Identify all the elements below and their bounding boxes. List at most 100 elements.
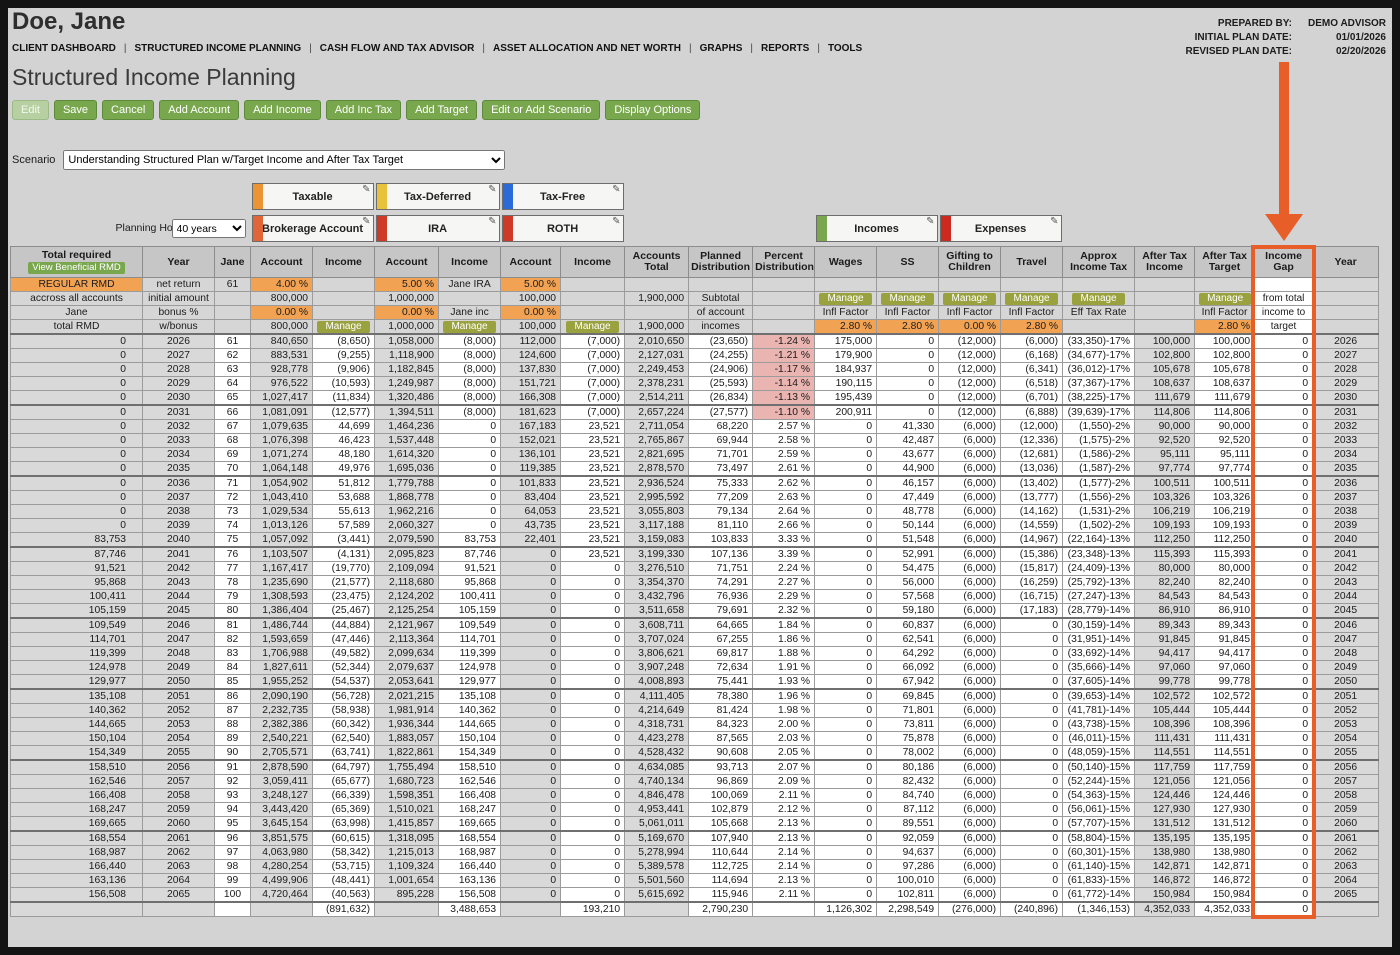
cell-accounts_total: 5,061,011 xyxy=(624,816,690,832)
edit-or-add-scenario-button[interactable]: Edit or Add Scenario xyxy=(482,100,601,120)
cell-after_tax_income: 111,431 xyxy=(1134,731,1196,746)
manage-button[interactable]: Manage xyxy=(1005,293,1058,305)
cell-approx_income_tax: (22,164)-13% xyxy=(1062,532,1136,548)
nav-item-structured-income-planning[interactable]: STRUCTURED INCOME PLANNING xyxy=(135,43,302,54)
cell-accounts_total: 3,432,796 xyxy=(624,589,690,604)
edit-icon[interactable]: ✎ xyxy=(362,184,370,195)
cell-taxable_income: (3,441) xyxy=(312,532,376,548)
cell-year_right: 2033 xyxy=(1312,433,1380,448)
cell-after_tax_target: 102,800 xyxy=(1194,348,1256,363)
table-row-2050: 129,977 2050 85 1,955,252 (54,537) 2,053,641 1… xyxy=(10,674,1380,690)
cell-age: 96 xyxy=(213,830,252,846)
nav-item-client-dashboard[interactable]: CLIENT DASHBOARD xyxy=(12,43,116,54)
nav-item-asset-allocation-and-net-worth[interactable]: ASSET ALLOCATION AND NET WORTH xyxy=(493,43,681,54)
table-row-2065: 156,508 2065 100 4,720,464 (40,563) 895,228 15… xyxy=(10,887,1380,903)
add-income-button[interactable]: Add Income xyxy=(244,100,321,120)
edit-icon[interactable]: ✎ xyxy=(488,216,496,227)
table-row-2030: 0 2030 65 1,027,417 (11,834) 1,320,486 (8,000)… xyxy=(10,390,1380,406)
cell-total_required: 0 xyxy=(10,518,143,533)
cell-tf_account: 0 xyxy=(500,845,562,860)
manage-button[interactable]: Manage xyxy=(443,321,496,333)
taxable-color-tab xyxy=(252,184,263,209)
save-button[interactable]: Save xyxy=(53,100,98,120)
cell-wages: 0 xyxy=(814,461,878,477)
cell-tf_account: 101,833 xyxy=(500,475,562,491)
cell-tf_account: 124,600 xyxy=(500,348,562,363)
edit-icon[interactable]: ✎ xyxy=(926,216,934,227)
cell-percent_distribution: 2.27 % xyxy=(752,575,816,590)
cell-tf_income: 0 xyxy=(560,830,626,846)
subcell-td_income: Manage xyxy=(438,319,502,335)
cell-after_tax_income: 124,446 xyxy=(1134,788,1196,803)
cell-after_tax_target: 105,678 xyxy=(1194,362,1256,377)
display-options-button[interactable]: Display Options xyxy=(605,100,701,120)
subcell-taxable_account: 800,000 xyxy=(250,319,314,335)
cell-age: 85 xyxy=(213,674,252,690)
cell-accounts_total: 5,278,994 xyxy=(624,845,690,860)
cell-total_required: 114,701 xyxy=(10,632,143,647)
manage-button[interactable]: Manage xyxy=(317,321,370,333)
cell-approx_income_tax: (61,772)-14% xyxy=(1062,887,1136,903)
nav-item-graphs[interactable]: GRAPHS xyxy=(700,43,743,54)
cell-percent_distribution: 2.14 % xyxy=(752,859,816,874)
manage-button[interactable]: Manage xyxy=(819,293,872,305)
cell-year: 2052 xyxy=(142,703,215,718)
cell-travel: (12,336) xyxy=(1000,433,1064,448)
cell-td_income: 168,247 xyxy=(438,802,502,817)
edit-icon[interactable]: ✎ xyxy=(612,184,620,195)
cell-gifting: (6,000) xyxy=(938,703,1002,718)
manage-button[interactable]: Manage xyxy=(566,321,619,333)
add-account-button[interactable]: Add Account xyxy=(159,100,240,120)
cell-total_required: 135,108 xyxy=(10,688,143,704)
add-inc-tax-button[interactable]: Add Inc Tax xyxy=(325,100,402,120)
cell-taxable_account: 1,706,988 xyxy=(250,646,314,661)
edit-icon[interactable]: ✎ xyxy=(488,184,496,195)
cell-after_tax_income: 138,980 xyxy=(1134,845,1196,860)
cell-income_gap: 0 xyxy=(1254,887,1314,903)
manage-button[interactable]: Manage xyxy=(881,293,934,305)
col-approx_income_tax: Approx Income Tax xyxy=(1062,246,1136,278)
edit-icon[interactable]: ✎ xyxy=(612,216,620,227)
nav-item-reports[interactable]: REPORTS xyxy=(761,43,809,54)
cancel-button[interactable]: Cancel xyxy=(102,100,155,120)
manage-button[interactable]: Manage xyxy=(1199,293,1252,305)
cell-taxable_account: 1,076,398 xyxy=(250,433,314,448)
subcell-year_right xyxy=(1312,319,1380,335)
cell-tf_income: 0 xyxy=(560,646,626,661)
cell-ss: 71,801 xyxy=(876,703,940,718)
cell-td_account: 2,095,823 xyxy=(374,546,440,562)
cell-td_account: 2,121,967 xyxy=(374,617,440,633)
cell-tf_account: 0 xyxy=(500,561,562,576)
cell-after_tax_target: 121,056 xyxy=(1194,774,1256,789)
planning-horizon-select[interactable]: 40 years xyxy=(171,219,246,238)
cell-td_account: 1,182,845 xyxy=(374,362,440,377)
nav-item-cash-flow-and-tax-advisor[interactable]: CASH FLOW AND TAX ADVISOR xyxy=(320,43,475,54)
cell-wages: 0 xyxy=(814,774,878,789)
cell-td_account: 1,962,216 xyxy=(374,504,440,519)
table-row-2028: 0 2028 63 928,778 (9,906) 1,182,845 (8,000) 137… xyxy=(10,362,1380,377)
cell-tf_income: 0 xyxy=(560,603,626,619)
cell-percent_distribution: 1.96 % xyxy=(752,688,816,704)
cell-year: 2046 xyxy=(142,617,215,633)
cell-taxable_income: 53,688 xyxy=(312,490,376,505)
view-beneficial-rmd-button[interactable]: View Beneficial RMD xyxy=(28,262,125,274)
cell-income_gap: 0 xyxy=(1254,376,1314,391)
cell-travel: 0 xyxy=(1000,845,1064,860)
scenario-select[interactable]: Understanding Structured Plan w/Target I… xyxy=(63,150,506,170)
cell-percent_distribution: 2.07 % xyxy=(752,759,816,775)
cell-age: 90 xyxy=(213,745,252,761)
cell-approx_income_tax: (43,738)-15% xyxy=(1062,717,1136,732)
cell-taxable_income: (62,540) xyxy=(312,731,376,746)
manage-button[interactable]: Manage xyxy=(943,293,996,305)
edit-icon[interactable]: ✎ xyxy=(1050,216,1058,227)
cell-ss: 48,778 xyxy=(876,504,940,519)
cell-planned_distribution: 74,291 xyxy=(688,575,754,590)
subcell-tf_income: Manage xyxy=(560,319,626,335)
manage-button[interactable]: Manage xyxy=(1072,293,1125,305)
edit-button[interactable]: Edit xyxy=(12,100,49,120)
cell-travel: 0 xyxy=(1000,688,1064,704)
add-target-button[interactable]: Add Target xyxy=(406,100,478,120)
nav-item-tools[interactable]: TOOLS xyxy=(828,43,862,54)
cell-taxable_account: 4,720,464 xyxy=(250,887,314,903)
edit-icon[interactable]: ✎ xyxy=(362,216,370,227)
